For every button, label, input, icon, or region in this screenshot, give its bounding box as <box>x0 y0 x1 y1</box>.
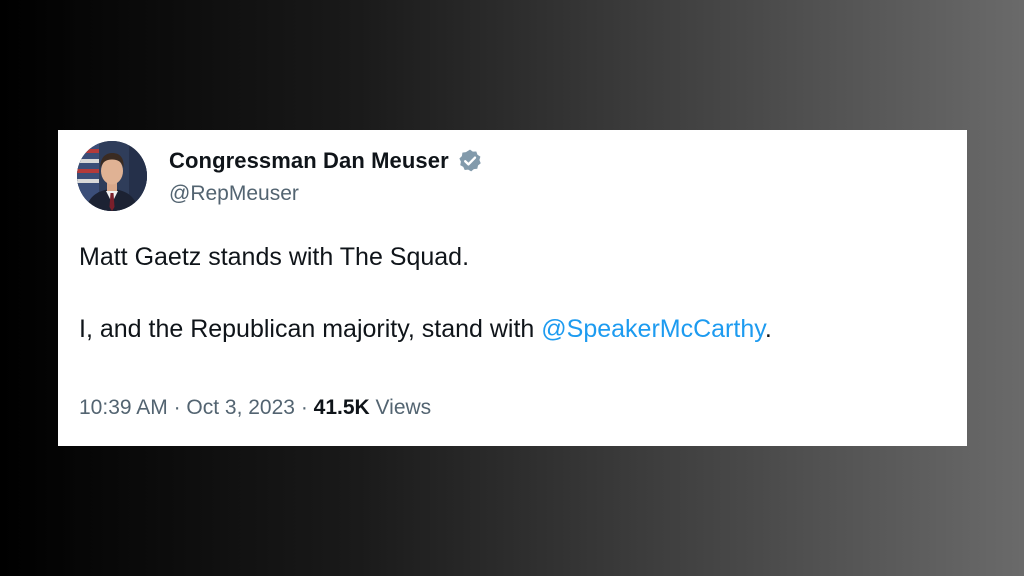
meta-separator: · <box>167 396 187 419</box>
meta-separator: · <box>294 396 314 419</box>
tweet-time[interactable]: 10:39 AM <box>79 396 168 419</box>
tweet-line-1: Matt Gaetz stands with The Squad. <box>79 243 470 271</box>
verified-badge-icon <box>457 148 483 174</box>
tweet-text: Matt Gaetz stands with The Squad. I, and… <box>79 242 949 344</box>
avatar[interactable] <box>77 141 147 211</box>
tweet-line-2-suffix: . <box>764 315 772 343</box>
author-name-row: Congressman Dan Meuser <box>169 146 483 176</box>
tweet-meta: 10:39 AM · Oct 3, 2023 · 41.5K Views <box>79 396 431 420</box>
views-label: Views <box>369 396 432 419</box>
display-name[interactable]: Congressman Dan Meuser <box>169 148 449 174</box>
views-count: 41.5K <box>313 396 370 419</box>
tweet-line-2: I, and the Republican majority, stand wi… <box>79 314 949 344</box>
tweet-line-2-text: I, and the Republican majority, stand wi… <box>79 315 542 343</box>
tweet-date[interactable]: Oct 3, 2023 <box>186 396 295 419</box>
user-handle[interactable]: @RepMeuser <box>169 182 299 206</box>
tweet-card[interactable]: Congressman Dan Meuser @RepMeuser Matt G… <box>58 130 967 446</box>
mention-link[interactable]: @SpeakerMcCarthy <box>541 315 765 343</box>
